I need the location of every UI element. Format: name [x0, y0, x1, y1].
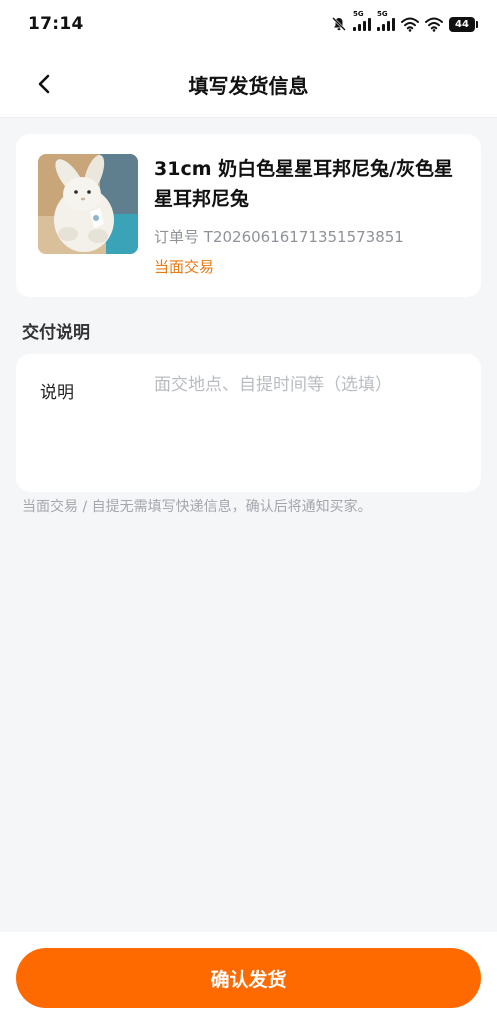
- status-bar: 17:14 5G 5G 44: [0, 0, 497, 48]
- order-number-label: 订单号: [154, 228, 200, 246]
- nav-bar: 填写发货信息: [0, 48, 497, 118]
- delivery-hint: 当面交易 / 自提无需填写快递信息，确认后将通知买家。: [22, 499, 372, 515]
- delivery-note-card: 说明: [16, 354, 481, 492]
- page-title: 填写发货信息: [188, 74, 309, 98]
- delivery-section-title: 交付说明: [22, 323, 90, 343]
- trade-type-badge: 当面交易: [154, 258, 215, 276]
- product-image[interactable]: [38, 154, 138, 254]
- order-number-value: T20260616171351573851: [203, 228, 404, 246]
- wifi-icon-2: [425, 17, 443, 32]
- cellular-signal-icon: 5G: [353, 10, 371, 31]
- product-title: 31cm 奶白色星星耳邦尼兔/灰色星星耳邦尼兔: [154, 158, 454, 210]
- mute-bell-icon: [332, 17, 346, 31]
- product-card: 31cm 奶白色星星耳邦尼兔/灰色星星耳邦尼兔 订单号 T20260616171…: [16, 134, 481, 297]
- order-number-row: 订单号 T20260616171351573851: [154, 226, 404, 247]
- battery-icon: 44: [449, 16, 478, 32]
- confirm-shipment-button[interactable]: 确认发货: [16, 948, 481, 1008]
- bunny-plush-photo: [38, 154, 138, 254]
- wifi-icon: [401, 17, 419, 32]
- bottom-action-bar: 确认发货: [0, 932, 497, 1024]
- note-label: 说明: [40, 383, 74, 403]
- status-icons: 5G 5G 44: [331, 10, 478, 32]
- status-time: 17:14: [28, 14, 84, 34]
- cellular-signal-icon-2: 5G: [377, 10, 395, 31]
- note-input[interactable]: [154, 372, 464, 472]
